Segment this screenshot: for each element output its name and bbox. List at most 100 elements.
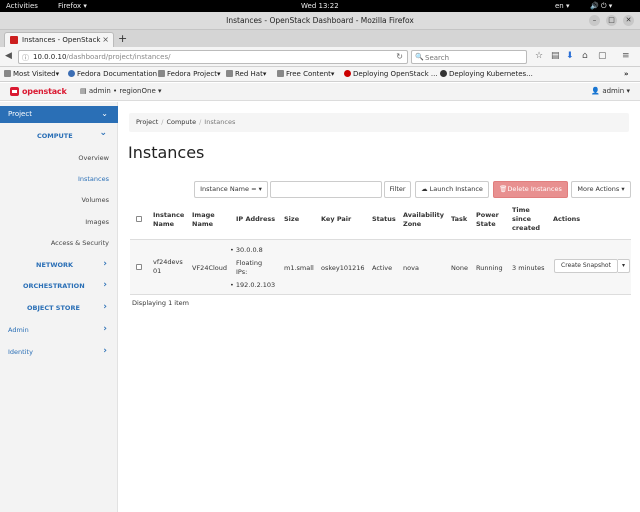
sidebar-item-overview[interactable]: Overview — [78, 154, 109, 162]
sidebar-item-project[interactable]: Project ⌄ — [0, 106, 118, 123]
url-bar[interactable]: ⓘ 10.0.0.10/dashboard/project/instances/… — [18, 50, 408, 64]
back-icon[interactable]: ◀ — [5, 51, 12, 61]
column-header-time-since-created[interactable]: Time since created — [512, 206, 542, 233]
menu-icon[interactable]: ≡ — [622, 51, 630, 61]
column-header-status[interactable]: Status — [372, 215, 396, 224]
project-selector-label: admin • regionOne — [88, 87, 156, 95]
bookmark-red-hat[interactable]: Red Hat▾ — [226, 70, 266, 78]
column-header-image-name[interactable]: Image Name — [192, 211, 226, 229]
column-header-actions: Actions — [553, 215, 581, 223]
floating-ips-label: Floating IPs: — [236, 259, 263, 276]
project-selector[interactable]: ▤ admin • regionOne ▾ — [80, 87, 162, 95]
column-header-instance-name[interactable]: Instance Name — [153, 211, 187, 229]
url-path: /dashboard/project/instances/ — [66, 53, 171, 61]
app-menu[interactable]: Firefox ▾ — [58, 2, 87, 10]
column-header-ip-address[interactable]: IP Address — [236, 215, 275, 224]
page-title: Instances — [128, 143, 205, 162]
breadcrumb-project[interactable]: Project — [136, 118, 158, 126]
chevron-right-icon: › — [103, 259, 107, 269]
openstack-logo[interactable]: openstack — [10, 87, 67, 96]
select-all-checkbox[interactable] — [136, 216, 142, 222]
status: Active — [372, 264, 393, 272]
sidebar-item-identity[interactable]: Identity — [8, 348, 33, 356]
column-header-size[interactable]: Size — [284, 215, 299, 224]
download-icon[interactable]: ⬇ — [566, 51, 574, 61]
sidebar-item-volumes[interactable]: Volumes — [81, 196, 109, 204]
bookmark-label: Red Hat — [235, 70, 263, 78]
row-actions-dropdown-icon[interactable]: ▾ — [618, 259, 630, 273]
info-icon[interactable]: ⓘ — [22, 53, 29, 63]
folder-icon — [277, 70, 284, 77]
sidebar-item-instances[interactable]: Instances — [78, 175, 109, 183]
bookmark-star-icon[interactable]: ☆ — [535, 51, 543, 61]
tab-title: Instances - OpenStack — [22, 36, 101, 44]
sidebar-section-orchestration[interactable]: ORCHESTRATION — [23, 282, 85, 290]
reload-icon[interactable]: ↻ — [396, 52, 403, 61]
launch-instance-button[interactable]: ☁ Launch Instance — [415, 181, 489, 198]
openstack-header: openstack ▤ admin • regionOne ▾ 👤 admin … — [0, 83, 640, 101]
bookmarks-overflow-icon[interactable]: » — [624, 70, 629, 78]
column-header-power-state[interactable]: Power State — [476, 211, 502, 229]
pocket-icon[interactable]: ▢ — [598, 51, 607, 61]
sidebar-section-network[interactable]: NETWORK — [36, 261, 73, 269]
key-pair: oskey101216 — [321, 264, 365, 272]
activities-button[interactable]: Activities — [6, 2, 38, 10]
fedora-icon — [68, 70, 75, 77]
column-header-key-pair[interactable]: Key Pair — [321, 215, 351, 224]
navigation-bar: ◀ ⓘ 10.0.0.10/dashboard/project/instance… — [0, 47, 640, 67]
chevron-right-icon: › — [103, 324, 107, 334]
chevron-down-icon: ⌄ — [99, 128, 107, 138]
instance-name-link[interactable]: vf24devs01 — [153, 258, 185, 276]
bookmark-free-content[interactable]: Free Content▾ — [277, 70, 334, 78]
sidebar-section-object-store[interactable]: OBJECT STORE — [27, 304, 80, 312]
clock[interactable]: Wed 13:22 — [301, 2, 339, 10]
search-bar[interactable]: 🔍 — [411, 50, 527, 64]
sidebar-item-images[interactable]: Images — [85, 218, 109, 226]
search-input[interactable] — [425, 52, 523, 63]
delete-instances-button[interactable]: 🗑Delete Instances — [493, 181, 568, 198]
power-state: Running — [476, 264, 503, 272]
breadcrumb-compute[interactable]: Compute — [166, 118, 196, 126]
time-since-created: 3 minutes — [512, 264, 545, 272]
filter-input[interactable] — [270, 181, 382, 198]
create-snapshot-button[interactable]: Create Snapshot — [554, 259, 618, 273]
sidebar-section-compute[interactable]: COMPUTE — [37, 132, 73, 140]
tab-strip: Instances - OpenStack × + — [0, 30, 640, 47]
size-link[interactable]: m1.small — [284, 264, 314, 273]
system-menu[interactable]: 🔊 ⏻ ▾ — [590, 2, 612, 11]
new-tab-icon[interactable]: + — [118, 32, 127, 45]
filter-field-label: Instance Name = — [200, 185, 257, 193]
filter-field-select[interactable]: Instance Name = ▾ — [194, 181, 268, 198]
folder-icon — [226, 70, 233, 77]
row-checkbox[interactable] — [136, 264, 142, 270]
sidebar-item-admin[interactable]: Admin — [8, 326, 29, 334]
column-header-task[interactable]: Task — [451, 215, 467, 224]
bookmark-most-visited[interactable]: Most Visited▾ — [4, 70, 59, 78]
bookmark-fedora-project[interactable]: Fedora Project▾ — [158, 70, 221, 78]
more-actions-button[interactable]: More Actions ▾ — [571, 181, 631, 198]
openstack-brand-text: openstack — [22, 87, 67, 96]
window-title-bar: Instances - OpenStack Dashboard - Mozill… — [0, 12, 640, 30]
tab-close-icon[interactable]: × — [102, 35, 109, 44]
minimize-icon[interactable]: – — [589, 15, 600, 26]
bookmark-deploying-kubernetes[interactable]: Deploying Kubernetes... — [440, 70, 533, 78]
chevron-right-icon: › — [103, 346, 107, 356]
bookmark-label: Deploying OpenStack ... — [353, 70, 438, 78]
column-header-availability-zone[interactable]: Availability Zone — [403, 211, 444, 229]
reader-list-icon[interactable]: ▤ — [551, 51, 560, 61]
sidebar-item-access-security[interactable]: Access & Security — [51, 239, 109, 247]
chevron-right-icon: › — [103, 280, 107, 290]
bookmark-deploying-openstack[interactable]: Deploying OpenStack ... — [344, 70, 438, 78]
close-icon[interactable]: ✕ — [623, 15, 634, 26]
language-indicator[interactable]: en ▾ — [555, 2, 570, 10]
user-menu[interactable]: 👤 admin ▾ — [591, 87, 630, 95]
openstack-favicon-icon — [10, 36, 18, 44]
browser-tab[interactable]: Instances - OpenStack × — [4, 32, 114, 47]
display-count: Displaying 1 item — [132, 299, 189, 307]
more-actions-label: More Actions — [577, 185, 620, 193]
maximize-icon[interactable]: □ — [606, 15, 617, 26]
bookmark-fedora-docs[interactable]: Fedora Documentation — [68, 70, 157, 78]
table-row: vf24devs01 VF24Cloud • 30.0.0.8 Floating… — [130, 240, 631, 295]
filter-button[interactable]: Filter — [384, 181, 411, 198]
home-icon[interactable]: ⌂ — [582, 51, 588, 61]
